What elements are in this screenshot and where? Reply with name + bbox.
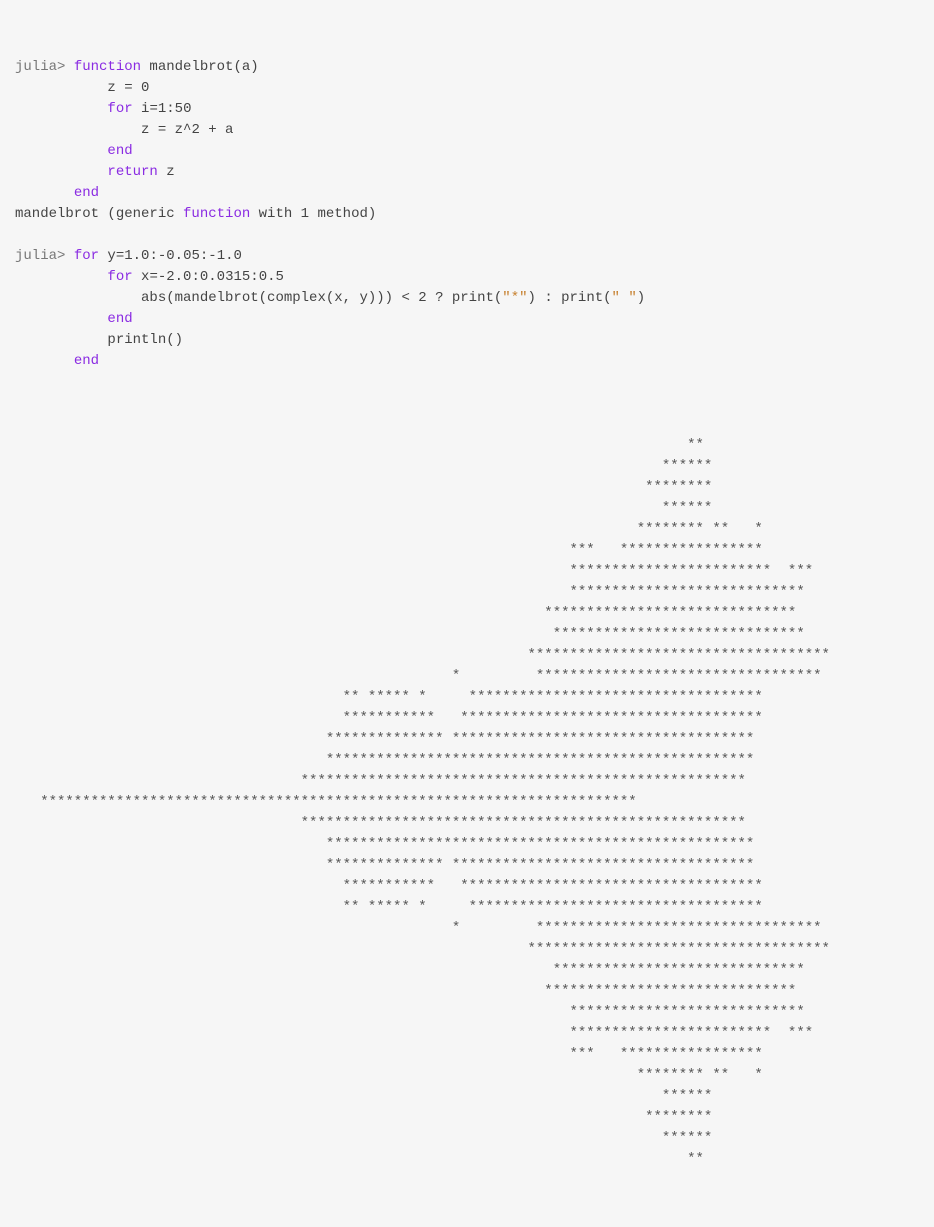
number-literal: 50 xyxy=(175,101,192,117)
number-literal: 0.05 xyxy=(166,248,200,264)
code-text: ) : print( xyxy=(528,290,612,306)
code-text: ? print( xyxy=(427,290,503,306)
code-text xyxy=(15,164,107,180)
code-text: ) xyxy=(637,290,645,306)
code-text xyxy=(15,269,107,285)
code-text: : xyxy=(166,101,174,117)
number-literal: 2 xyxy=(418,290,426,306)
keyword-end: end xyxy=(74,185,99,201)
code-text: z = xyxy=(15,80,141,96)
code-text: i= xyxy=(133,101,158,117)
code-text xyxy=(15,101,107,117)
code-text: + a xyxy=(200,122,234,138)
code-block: julia> function mandelbrot(a) z = 0 for … xyxy=(15,59,830,1167)
code-text: : xyxy=(250,269,258,285)
string-literal: "*" xyxy=(502,290,527,306)
code-text: :- xyxy=(200,248,217,264)
keyword-end: end xyxy=(107,311,132,327)
code-text: println() xyxy=(15,332,183,348)
code-text: abs(mandelbrot(complex(x, y))) < xyxy=(15,290,418,306)
code-text xyxy=(15,185,74,201)
keyword-for: for xyxy=(107,101,132,117)
repl-prompt: julia> xyxy=(15,59,74,75)
repl-prompt: julia> xyxy=(15,248,74,264)
code-text: y= xyxy=(99,248,124,264)
result-text: method) xyxy=(309,206,376,222)
code-text xyxy=(15,143,107,159)
number-literal: 1.0 xyxy=(217,248,242,264)
code-text: : xyxy=(191,269,199,285)
code-text xyxy=(15,353,74,369)
keyword-end: end xyxy=(107,143,132,159)
result-text: with xyxy=(250,206,300,222)
number-literal: 2.0 xyxy=(166,269,191,285)
keyword-end: end xyxy=(74,353,99,369)
keyword-for: for xyxy=(107,269,132,285)
code-text: :- xyxy=(149,248,166,264)
result-text: mandelbrot (generic xyxy=(15,206,183,222)
mandelbrot-output: ** ****** ******** xyxy=(15,437,830,1167)
number-literal: 0.5 xyxy=(259,269,284,285)
number-literal: 1.0 xyxy=(124,248,149,264)
string-literal: " " xyxy=(612,290,637,306)
keyword-function: function xyxy=(74,59,141,75)
number-literal: 0 xyxy=(141,80,149,96)
number-literal: 0.0315 xyxy=(200,269,250,285)
number-literal: 2 xyxy=(191,122,199,138)
code-text: z xyxy=(158,164,175,180)
keyword-for: for xyxy=(74,248,99,264)
number-literal: 1 xyxy=(158,101,166,117)
code-text: z = z^ xyxy=(15,122,191,138)
code-text: x=- xyxy=(133,269,167,285)
keyword-return: return xyxy=(107,164,157,180)
code-text xyxy=(15,311,107,327)
number-literal: 1 xyxy=(301,206,309,222)
keyword-function: function xyxy=(183,206,250,222)
code-text: mandelbrot(a) xyxy=(141,59,259,75)
